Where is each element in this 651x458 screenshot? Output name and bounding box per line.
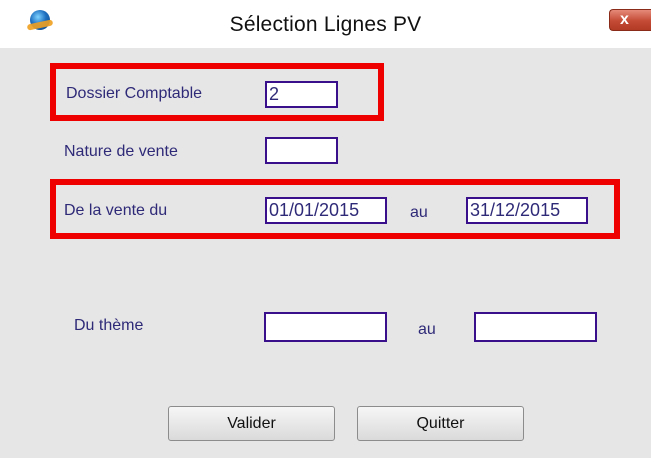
vente-to-label: au [410,204,428,221]
dossier-comptable-label: Dossier Comptable [66,85,203,102]
quit-button[interactable]: Quitter [357,406,524,441]
theme-from-label: Du thème [74,317,144,334]
dialog-window: Sélection Lignes PV x Dossier Comptable … [0,0,651,458]
close-button[interactable]: x [609,9,651,31]
theme-to-label: au [418,321,436,338]
close-icon: x [620,11,629,28]
window-title: Sélection Lignes PV [229,13,422,36]
vente-to-date-field[interactable]: 31/12/2015 [466,197,588,224]
vente-from-date-field[interactable]: 01/01/2015 [265,197,387,224]
title-bar: Sélection Lignes PV x [0,0,651,48]
theme-from-field[interactable] [264,312,387,342]
nature-de-vente-label: Nature de vente [64,143,178,160]
nature-de-vente-field[interactable] [265,137,338,164]
dossier-comptable-field[interactable]: 2 [265,81,338,108]
theme-to-field[interactable] [474,312,597,342]
vente-from-label: De la vente du [64,202,168,219]
validate-button[interactable]: Valider [168,406,335,441]
